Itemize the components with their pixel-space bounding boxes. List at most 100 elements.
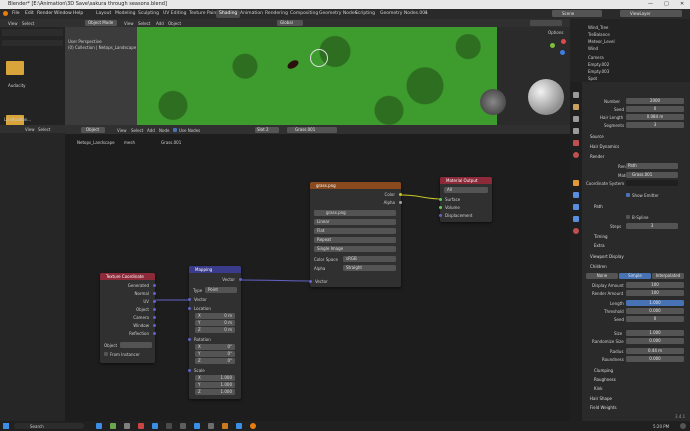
app-icon[interactable] — [208, 423, 214, 429]
section-extra[interactable]: Extra — [594, 243, 605, 248]
world-tab-icon[interactable] — [573, 152, 579, 158]
seed2-field[interactable]: 0 — [626, 316, 684, 322]
output-tab-icon[interactable] — [573, 116, 579, 122]
threshold-field[interactable]: 0.000 — [626, 308, 684, 314]
section-path[interactable]: Path — [594, 204, 603, 209]
rotation-y-field[interactable]: Y 0° — [195, 351, 235, 357]
seed-field[interactable]: 0 — [626, 106, 684, 112]
folder-icon[interactable] — [6, 61, 24, 75]
output-socket[interactable] — [399, 201, 402, 204]
maximize-button[interactable]: □ — [664, 1, 669, 7]
outliner-item[interactable]: Empty.002 — [588, 62, 609, 67]
blender-logo-icon[interactable] — [3, 11, 8, 16]
gizmo-y-axis[interactable] — [550, 43, 555, 48]
menu-render[interactable]: Render — [37, 11, 53, 16]
section-field-weights[interactable]: Field Weights — [590, 405, 617, 410]
orientation-selector[interactable]: Global — [277, 20, 303, 26]
node-editor[interactable]: Object View Select Add Node Use Nodes Sl… — [65, 125, 570, 421]
viewport-menu-view[interactable]: View — [124, 21, 134, 26]
modifier-tab-icon[interactable] — [573, 192, 579, 198]
randomize-size-field[interactable]: 0.000 — [626, 338, 684, 344]
file-explorer-icon[interactable] — [96, 423, 102, 429]
extension-select[interactable]: Repeat — [314, 237, 396, 243]
gizmo-x-axis[interactable] — [561, 39, 566, 44]
object-tab-icon[interactable] — [573, 180, 579, 186]
output-socket[interactable] — [153, 292, 156, 295]
color-space-select[interactable]: sRGB — [343, 256, 396, 262]
app-icon[interactable] — [138, 423, 144, 429]
section-kink[interactable]: Kink — [594, 386, 603, 391]
render-amount-field[interactable]: 100 — [626, 290, 684, 296]
app-icon[interactable] — [194, 423, 200, 429]
tab-sculpting[interactable]: Sculpting — [135, 10, 162, 18]
outliner-item[interactable]: Meteor_Level — [588, 39, 615, 44]
interpolation-select[interactable]: Linear — [314, 219, 396, 225]
outliner-item[interactable]: Camera — [588, 55, 604, 60]
input-socket[interactable] — [439, 214, 442, 217]
tab-scripting[interactable]: Scripting — [352, 10, 378, 18]
input-socket[interactable] — [188, 338, 191, 341]
output-socket[interactable] — [153, 300, 156, 303]
children-simple-tab[interactable]: Simple — [619, 273, 651, 279]
size-field[interactable]: 1.000 — [626, 330, 684, 336]
children-none-tab[interactable]: None — [586, 273, 618, 279]
node-header-output[interactable]: Material Output — [440, 177, 492, 184]
section-source[interactable]: Source — [590, 134, 604, 139]
node-texture-coordinate[interactable]: Texture Coordinate Generated Normal UV O… — [100, 273, 156, 363]
image-selector[interactable]: grass.png — [314, 210, 396, 216]
from-instancer-checkbox[interactable] — [104, 352, 108, 356]
bspline-checkbox[interactable] — [626, 215, 630, 219]
section-children[interactable]: Children — [590, 264, 607, 269]
scene-tab-icon[interactable] — [573, 140, 579, 146]
file-filter-bar[interactable] — [2, 40, 63, 46]
children-interpolated-tab[interactable]: Interpolated — [652, 273, 684, 279]
output-socket[interactable] — [153, 308, 156, 311]
section-roughness[interactable]: Roughness — [594, 377, 616, 382]
node-header-texcoord[interactable]: Texture Coordinate — [100, 273, 155, 280]
node-header-mapping[interactable]: Mapping — [189, 266, 241, 273]
file-lower-menu-select[interactable]: Select — [38, 127, 50, 132]
rotation-x-field[interactable]: X 0° — [195, 344, 235, 350]
render-tab-icon[interactable] — [573, 104, 579, 110]
outliner-item[interactable]: Wind_Tree — [588, 25, 608, 30]
outliner-item[interactable]: Empty.003 — [588, 69, 609, 74]
blender-taskbar-icon[interactable] — [250, 423, 256, 429]
scale-z-field[interactable]: Z 1.000 — [195, 389, 235, 395]
view-layer-selector[interactable]: ViewLayer — [620, 10, 682, 17]
output-target-select[interactable]: All — [444, 187, 488, 193]
input-socket[interactable] — [439, 206, 442, 209]
input-socket[interactable] — [188, 307, 191, 310]
minimize-button[interactable]: — — [648, 1, 653, 7]
viewport-menu-add[interactable]: Add — [156, 21, 164, 26]
steps-field[interactable]: 3 — [626, 223, 678, 229]
node-material-output[interactable]: Material Output All Surface Volume Displ… — [439, 177, 492, 222]
input-socket[interactable] — [439, 198, 442, 201]
location-y-field[interactable]: Y 0 m — [195, 320, 235, 326]
output-socket[interactable] — [153, 332, 156, 335]
app-icon[interactable] — [152, 423, 158, 429]
app-icon[interactable] — [110, 423, 116, 429]
file-path-bar[interactable] — [2, 29, 63, 36]
search-box[interactable] — [14, 423, 84, 429]
scale-x-field[interactable]: X 1.000 — [195, 375, 235, 381]
menu-window[interactable]: Window — [54, 11, 72, 16]
app-icon[interactable] — [180, 423, 186, 429]
segments-field[interactable]: 3 — [626, 122, 684, 128]
viewport-menu-select[interactable]: Select — [138, 21, 150, 26]
app-icon[interactable] — [124, 423, 130, 429]
outliner-item[interactable]: TreBalance — [588, 32, 610, 37]
tool-tab-icon[interactable] — [573, 92, 579, 98]
app-icon[interactable] — [222, 423, 228, 429]
close-button[interactable]: ✕ — [680, 1, 684, 7]
section-hair-dynamics[interactable]: Hair Dynamics — [590, 144, 619, 149]
menu-help[interactable]: Help — [73, 11, 83, 16]
menu-file[interactable]: File — [12, 11, 20, 16]
alpha-mode-select[interactable]: Straight — [343, 265, 396, 271]
material-tab-icon[interactable] — [573, 228, 579, 234]
hair-length-field[interactable]: 0.084 m — [626, 114, 684, 120]
section-clumping[interactable]: Clumping — [594, 368, 613, 373]
radius-field[interactable]: 0.44 m — [626, 348, 684, 354]
viewport-menu-object[interactable]: Object — [168, 21, 181, 26]
input-socket[interactable] — [309, 280, 312, 283]
mapping-type-select[interactable]: Point — [205, 287, 237, 293]
